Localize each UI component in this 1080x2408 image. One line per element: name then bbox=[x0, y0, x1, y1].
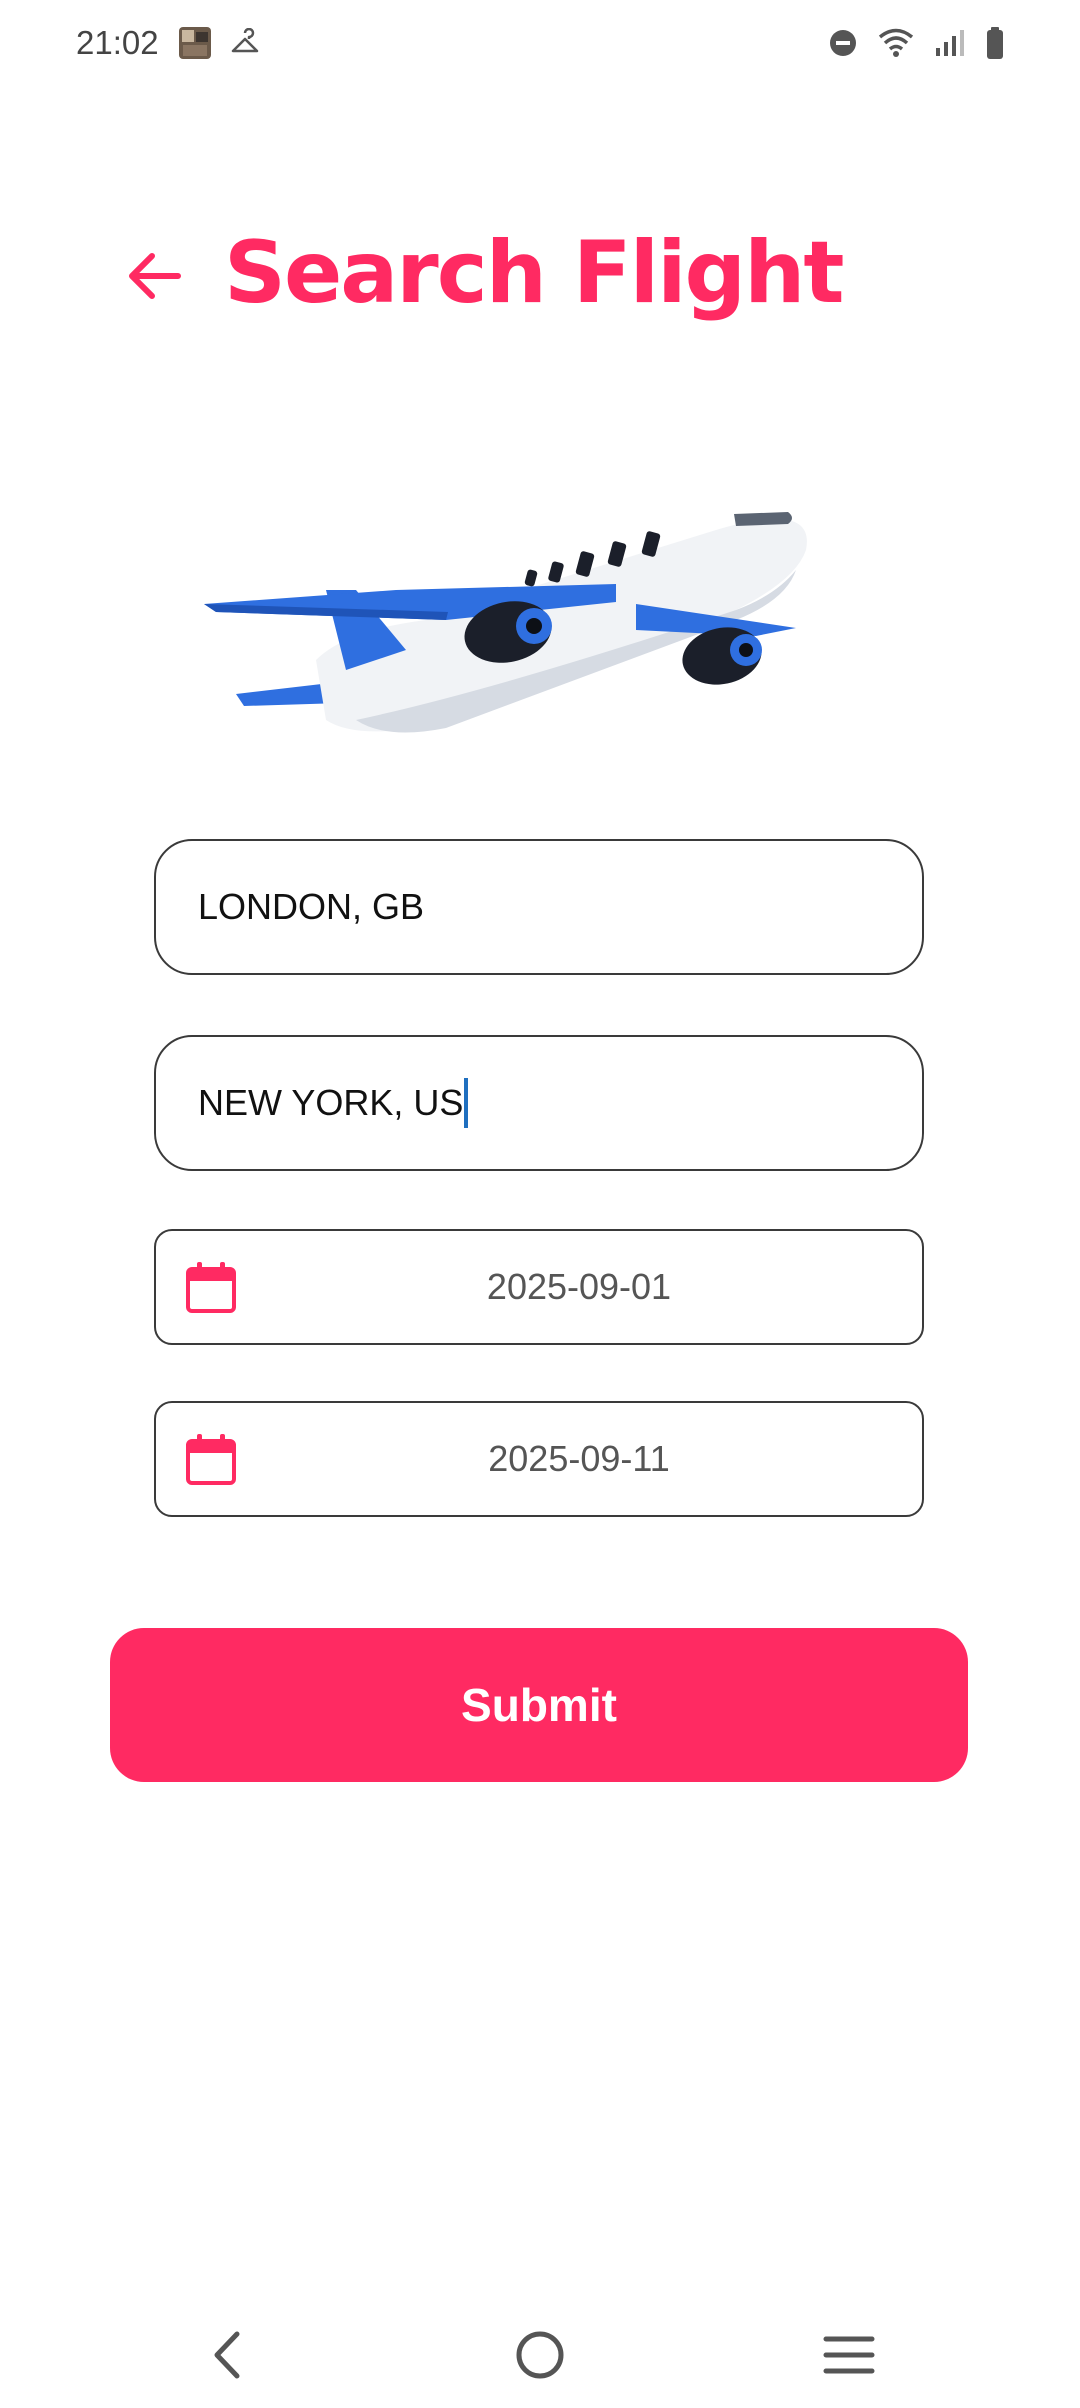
nav-home-icon bbox=[516, 2331, 564, 2379]
status-time: 21:02 bbox=[76, 24, 159, 61]
status-notification-icons bbox=[178, 26, 260, 60]
end-date-field[interactable]: 2025-09-11 bbox=[154, 1401, 924, 1517]
wifi-icon bbox=[878, 28, 914, 58]
nav-menu-icon bbox=[823, 2336, 875, 2374]
hanger-icon bbox=[230, 28, 260, 58]
nav-back-button[interactable] bbox=[182, 2322, 272, 2388]
destination-value: NEW YORK, US bbox=[198, 1082, 464, 1123]
nav-back-icon bbox=[214, 2331, 240, 2379]
end-date-value: 2025-09-11 bbox=[488, 1438, 670, 1479]
back-button[interactable] bbox=[118, 240, 190, 312]
origin-field[interactable] bbox=[154, 839, 924, 975]
destination-field[interactable]: NEW YORK, US bbox=[154, 1035, 924, 1171]
navigation-bar bbox=[0, 2300, 1080, 2408]
nav-home-button[interactable] bbox=[495, 2322, 585, 2388]
submit-button[interactable]: Submit bbox=[110, 1628, 968, 1782]
origin-input[interactable] bbox=[198, 886, 922, 928]
nav-menu-button[interactable] bbox=[804, 2322, 894, 2388]
start-date-field[interactable]: 2025-09-01 bbox=[154, 1229, 924, 1345]
text-caret bbox=[464, 1078, 469, 1128]
photo-notification-icon bbox=[178, 26, 212, 60]
page-title: Search Flight bbox=[224, 223, 844, 323]
signal-icon bbox=[934, 28, 966, 58]
status-system-icons bbox=[828, 26, 1004, 60]
battery-icon bbox=[986, 26, 1004, 60]
start-date-value: 2025-09-01 bbox=[486, 1266, 672, 1307]
arrow-left-icon bbox=[129, 253, 181, 299]
airplane-illustration bbox=[204, 512, 807, 733]
status-bar: 21:02 bbox=[0, 0, 1080, 90]
do-not-disturb-icon bbox=[828, 28, 858, 58]
destination-input[interactable]: NEW YORK, US bbox=[198, 1078, 469, 1128]
